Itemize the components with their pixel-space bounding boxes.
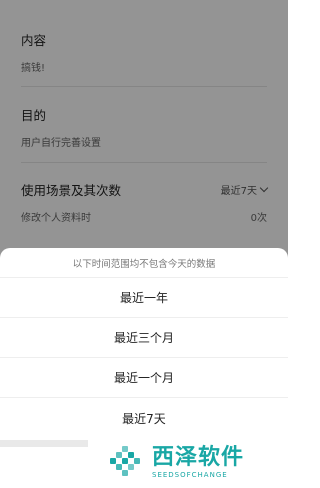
option-last-year[interactable]: 最近一年 — [0, 278, 288, 318]
watermark: 西泽软件 SEEDSOFCHANGE — [106, 440, 276, 484]
option-last-7-days[interactable]: 最近7天 — [0, 398, 288, 438]
sheet-header: 以下时间范围均不包含今天的数据 — [0, 248, 288, 278]
watermark-logo-icon — [106, 442, 146, 482]
watermark-bar — [0, 440, 88, 447]
watermark-title: 西泽软件 — [152, 444, 245, 470]
watermark-subtitle: SEEDSOFCHANGE — [152, 470, 228, 479]
option-last-three-months[interactable]: 最近三个月 — [0, 318, 288, 358]
option-last-month[interactable]: 最近一个月 — [0, 358, 288, 398]
